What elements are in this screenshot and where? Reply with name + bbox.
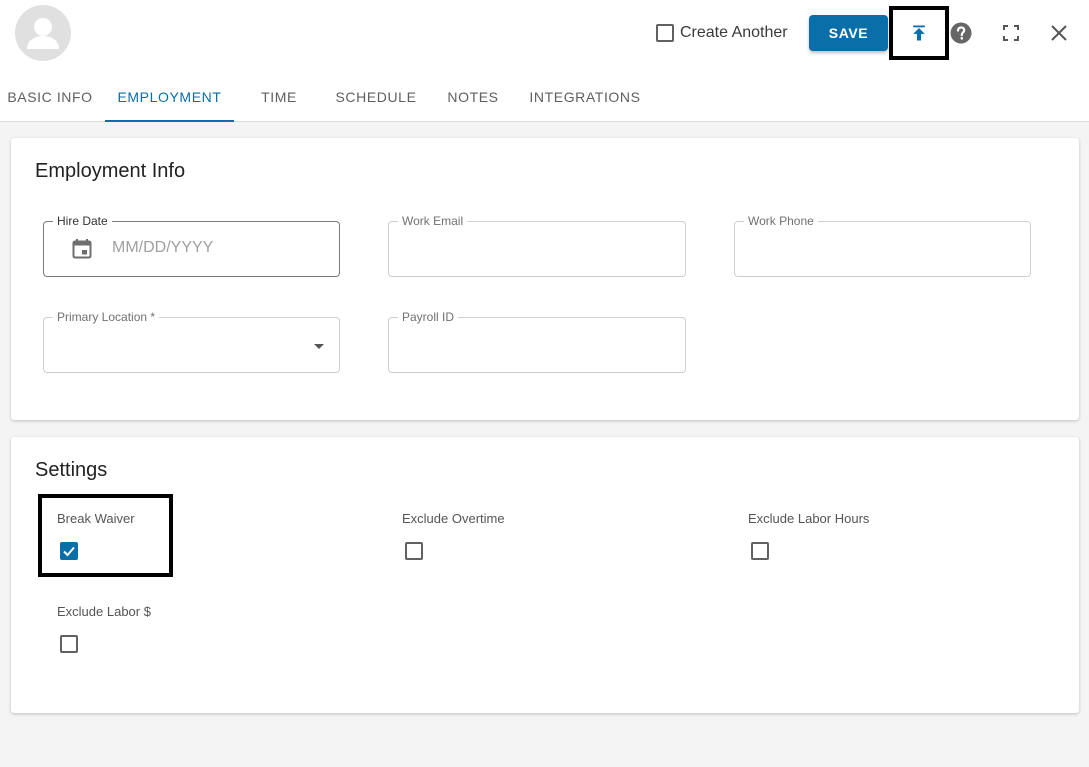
exclude-overtime-label: Exclude Overtime bbox=[402, 511, 505, 526]
create-another-checkbox-box[interactable] bbox=[656, 24, 674, 42]
tab-schedule[interactable]: SCHEDULE bbox=[325, 72, 427, 122]
hire-date-field[interactable]: Hire Date MM/DD/YYYY bbox=[43, 214, 340, 277]
exclude-labor-dollars-label: Exclude Labor $ bbox=[57, 604, 151, 619]
payroll-id-field[interactable]: Payroll ID bbox=[388, 310, 686, 373]
tab-integrations[interactable]: INTEGRATIONS bbox=[520, 72, 650, 122]
tab-notes[interactable]: NOTES bbox=[438, 72, 508, 122]
work-email-label: Work Email bbox=[398, 214, 468, 228]
create-another-checkbox[interactable]: Create Another bbox=[656, 22, 788, 44]
close-button[interactable] bbox=[1046, 20, 1072, 46]
help-icon bbox=[950, 22, 972, 44]
chevron-down-icon bbox=[314, 344, 324, 349]
hire-date-label: Hire Date bbox=[53, 214, 112, 228]
help-button[interactable] bbox=[948, 20, 974, 46]
upload-icon bbox=[913, 25, 925, 41]
primary-location-label: Primary Location * bbox=[53, 310, 160, 324]
employment-info-title: Employment Info bbox=[35, 160, 186, 182]
payroll-id-label: Payroll ID bbox=[398, 310, 459, 324]
close-icon bbox=[1051, 25, 1067, 41]
avatar-icon[interactable] bbox=[15, 5, 71, 61]
fullscreen-icon bbox=[1003, 25, 1019, 41]
calendar-icon[interactable] bbox=[70, 237, 94, 261]
hire-date-input[interactable]: MM/DD/YYYY bbox=[112, 239, 312, 257]
employment-info-card: Employment Info Hire Date MM/DD/YYYY Wor… bbox=[11, 138, 1079, 420]
exclude-labor-hours-label: Exclude Labor Hours bbox=[748, 511, 870, 526]
tab-employment[interactable]: EMPLOYMENT bbox=[105, 72, 234, 122]
tab-time[interactable]: TIME bbox=[245, 72, 313, 122]
settings-title: Settings bbox=[35, 459, 108, 481]
tab-bar: BASIC INFO EMPLOYMENT TIME SCHEDULE NOTE… bbox=[0, 72, 700, 122]
exclude-overtime-checkbox[interactable] bbox=[405, 542, 423, 560]
save-button[interactable]: SAVE bbox=[809, 15, 888, 51]
work-phone-label: Work Phone bbox=[744, 214, 818, 228]
break-waiver-highlight-box bbox=[38, 494, 173, 577]
work-phone-field[interactable]: Work Phone bbox=[734, 214, 1031, 277]
exclude-labor-hours-checkbox[interactable] bbox=[751, 542, 769, 560]
create-another-label: Create Another bbox=[680, 24, 788, 41]
tab-basic-info[interactable]: BASIC INFO bbox=[0, 72, 100, 122]
work-email-field[interactable]: Work Email bbox=[388, 214, 686, 277]
dialog-header: Create Another SAVE BASIC INFO EMPLOYMEN… bbox=[0, 0, 1089, 122]
primary-location-select[interactable]: Primary Location * bbox=[43, 310, 340, 373]
fullscreen-button[interactable] bbox=[998, 20, 1024, 46]
upload-button[interactable] bbox=[889, 6, 949, 60]
exclude-labor-dollars-checkbox[interactable] bbox=[60, 635, 78, 653]
